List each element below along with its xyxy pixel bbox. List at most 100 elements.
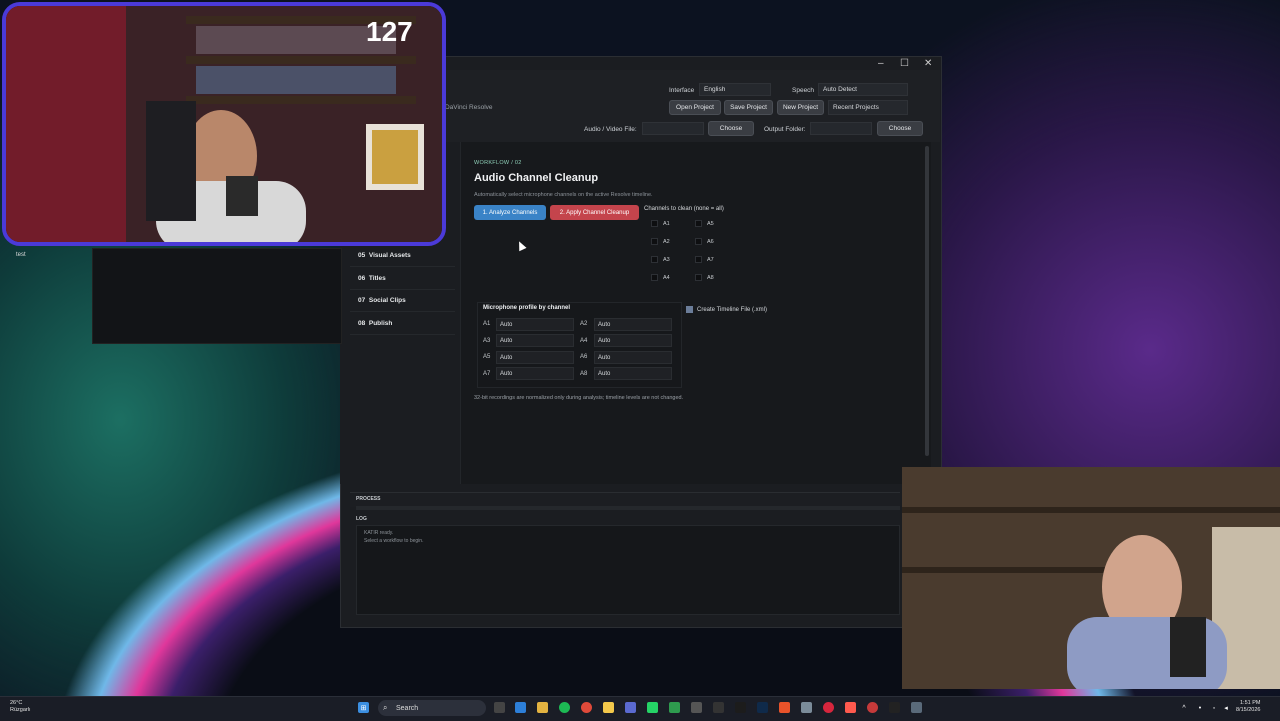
checkbox-icon [695, 238, 702, 245]
process-label: PROCESS [356, 496, 381, 502]
app-icon[interactable] [713, 702, 724, 713]
task-view-icon[interactable] [494, 702, 505, 713]
app-icon[interactable] [779, 702, 790, 713]
save-project-button[interactable]: Save Project [724, 100, 773, 115]
mic-profile-title: Microphone profile by channel [483, 305, 571, 311]
apply-cleanup-button[interactable]: 2. Apply Channel Cleanup [550, 205, 639, 220]
clock-time: 1:51 PM [1239, 700, 1261, 706]
search-label: Search [396, 704, 419, 712]
webcam-scene [902, 467, 1280, 689]
page-subtitle: Automatically select microphone channels… [474, 192, 653, 198]
file-explorer-icon[interactable] [537, 702, 548, 713]
log-line: Select a workflow to begin. [364, 538, 424, 544]
wifi-icon[interactable]: ◦ [1210, 704, 1218, 712]
mic-profile-select[interactable]: Auto [594, 334, 672, 347]
desktop-icon-label[interactable]: test [16, 252, 26, 258]
close-button[interactable]: ✕ [924, 58, 932, 69]
app-icon[interactable] [691, 702, 702, 713]
audio-choose-button[interactable]: Choose [708, 121, 754, 136]
background-panel [92, 248, 342, 344]
app-icon[interactable] [625, 702, 636, 713]
sidebar-divider [350, 334, 455, 335]
taskbar-search[interactable]: ⌕ Search [378, 700, 486, 716]
progress-bar [356, 506, 900, 510]
checkbox-icon [695, 256, 702, 263]
app-icon[interactable] [845, 702, 856, 713]
interface-select[interactable]: English [699, 83, 771, 96]
channel-checkbox-a4[interactable]: A4 [651, 274, 670, 281]
channel-checkbox-a5[interactable]: A5 [695, 220, 714, 227]
recent-projects-select[interactable]: Recent Projects [828, 100, 908, 115]
log-output[interactable]: KATIR ready. Select a workflow to begin. [356, 525, 900, 615]
app-icon[interactable] [669, 702, 680, 713]
mic-profile-select[interactable]: Auto [496, 318, 574, 331]
sidebar-item-social-clips[interactable]: 07 Social Clips [358, 297, 406, 304]
sticky-notes-icon[interactable] [603, 702, 614, 713]
sidebar-divider [350, 289, 455, 290]
breadcrumb: WORKFLOW / 02 [474, 160, 522, 166]
channel-checkbox-a2[interactable]: A2 [651, 238, 670, 245]
log-label: LOG [356, 516, 367, 522]
checkbox-icon [651, 238, 658, 245]
spotify-icon[interactable] [559, 702, 570, 713]
store-icon[interactable] [515, 702, 526, 713]
mic-channel-label: A8 [580, 371, 588, 377]
audio-video-input[interactable] [642, 122, 704, 135]
app-icon[interactable] [867, 702, 878, 713]
channel-checkbox-a1[interactable]: A1 [651, 220, 670, 227]
channel-checkbox-a8[interactable]: A8 [695, 274, 714, 281]
clock[interactable]: 1:51 PM 8/15/2026 [1236, 700, 1260, 714]
app-icon[interactable] [911, 702, 922, 713]
mic-profile-select[interactable]: Auto [594, 351, 672, 364]
output-choose-button[interactable]: Choose [877, 121, 923, 136]
page-title: Audio Channel Cleanup [474, 172, 599, 184]
mic-channel-label: A2 [580, 321, 588, 327]
app-icon[interactable] [801, 702, 812, 713]
weather-widget[interactable]: 26°C Rüzgarlı [10, 700, 30, 714]
open-project-button[interactable]: Open Project [669, 100, 721, 115]
weather-location: Rüzgarlı [10, 707, 31, 713]
mic-profile-select[interactable]: Auto [496, 351, 574, 364]
terminal-icon[interactable] [889, 702, 900, 713]
interface-label: Interface [669, 87, 695, 94]
new-project-button[interactable]: New Project [777, 100, 824, 115]
start-icon[interactable]: ⊞ [358, 702, 369, 713]
audio-video-label: Audio / Video File: [584, 126, 637, 133]
search-icon: ⌕ [383, 703, 388, 712]
checkbox-icon [651, 256, 658, 263]
mic-profile-select[interactable]: Auto [594, 367, 672, 380]
webcam-overlay-guest [902, 467, 1280, 689]
channel-checkbox-a3[interactable]: A3 [651, 256, 670, 263]
create-timeline-checkbox[interactable]: Create Timeline File (.xml) [686, 306, 767, 313]
checkbox-icon [651, 220, 658, 227]
chrome-icon[interactable] [581, 702, 592, 713]
mic-profile-select[interactable]: Auto [594, 318, 672, 331]
whatsapp-icon[interactable] [647, 702, 658, 713]
channel-checkbox-a7[interactable]: A7 [695, 256, 714, 263]
mic-icon[interactable]: • [1196, 704, 1204, 712]
app-icon[interactable] [823, 702, 834, 713]
analyze-channels-button[interactable]: 1. Analyze Channels [474, 205, 546, 220]
viewer-count: 127 [366, 16, 413, 47]
bridge-icon[interactable] [735, 702, 746, 713]
minimize-button[interactable]: – [878, 58, 884, 69]
checkbox-icon [651, 274, 658, 281]
sidebar-item-visual-assets[interactable]: 05 Visual Assets [358, 252, 411, 259]
sidebar-item-publish[interactable]: 08 Publish [358, 320, 392, 327]
speech-select[interactable]: Auto Detect [818, 83, 908, 96]
channel-checkbox-a6[interactable]: A6 [695, 238, 714, 245]
taskbar [0, 696, 1280, 721]
content-scrollbar[interactable] [925, 146, 929, 456]
sidebar-item-titles[interactable]: 06 Titles [358, 275, 386, 282]
speech-label: Speech [792, 87, 815, 94]
maximize-button[interactable]: ☐ [900, 58, 909, 69]
photoshop-icon[interactable] [757, 702, 768, 713]
mic-profile-select[interactable]: Auto [496, 334, 574, 347]
log-line: KATIR ready. [364, 530, 394, 536]
output-folder-input[interactable] [810, 122, 872, 135]
volume-icon[interactable]: ◂ [1222, 704, 1230, 712]
mic-channel-label: A6 [580, 354, 588, 360]
tray-chevron-icon[interactable]: ^ [1180, 704, 1188, 712]
mic-channel-label: A4 [580, 338, 588, 344]
mic-profile-select[interactable]: Auto [496, 367, 574, 380]
